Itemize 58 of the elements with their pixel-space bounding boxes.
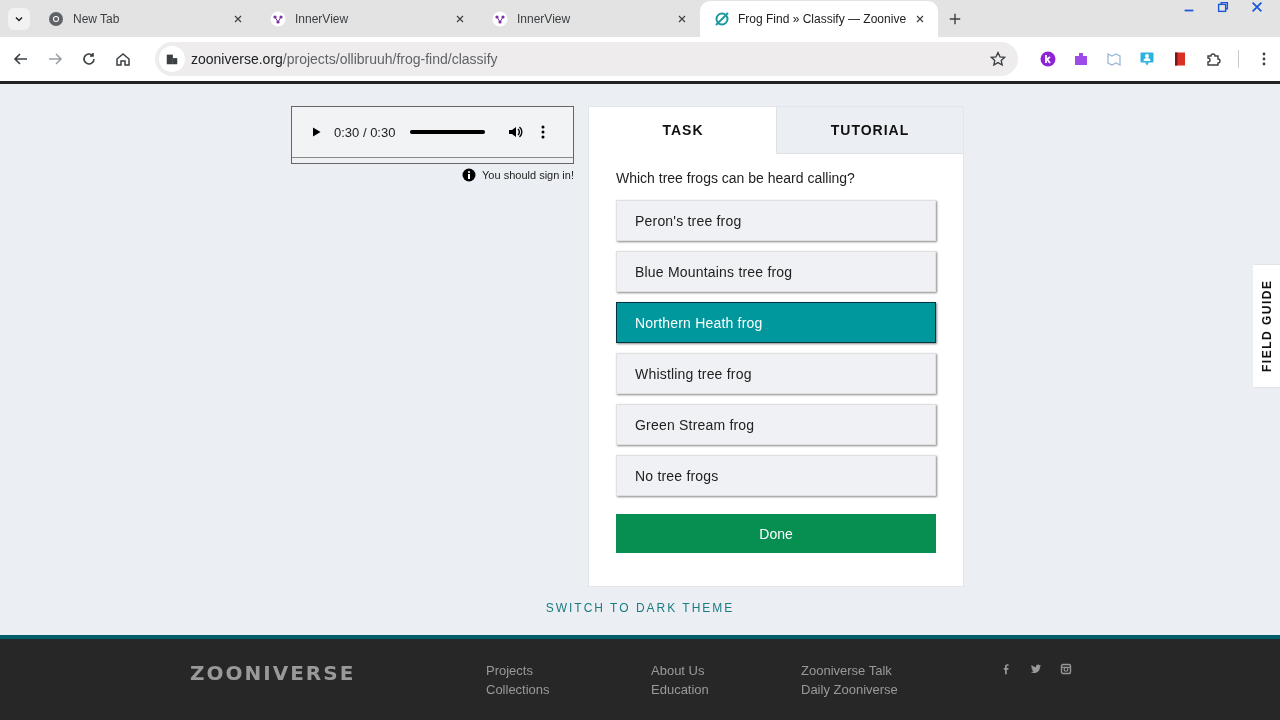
circle-slash-icon bbox=[714, 11, 730, 27]
time-readout: 0:30 / 0:30 bbox=[334, 124, 396, 140]
home-icon[interactable] bbox=[115, 51, 131, 67]
close-icon[interactable] bbox=[676, 13, 688, 25]
footer-link[interactable]: Projects bbox=[486, 663, 651, 678]
answer-option[interactable]: Northern Heath frog bbox=[616, 302, 936, 343]
twitter-bird-icon[interactable] bbox=[1030, 663, 1042, 675]
close-icon[interactable] bbox=[454, 13, 466, 25]
answer-option[interactable]: Green Stream frog bbox=[616, 404, 936, 445]
network-dots-icon bbox=[492, 11, 508, 27]
tab-title: InnerView bbox=[517, 12, 572, 26]
play-icon[interactable] bbox=[310, 126, 322, 138]
reload-icon[interactable] bbox=[81, 51, 97, 67]
info-icon bbox=[462, 168, 477, 182]
instagram-icon[interactable] bbox=[1060, 663, 1072, 675]
answer-option[interactable]: No tree frogs bbox=[616, 455, 936, 496]
zooniverse-logo[interactable]: ZOONIVERSE bbox=[190, 661, 486, 685]
forward-arrow-icon[interactable] bbox=[47, 51, 63, 67]
seek-bar[interactable] bbox=[410, 130, 486, 134]
back-arrow-icon[interactable] bbox=[13, 51, 29, 67]
audio-player[interactable]: 0:30 / 0:30 bbox=[291, 106, 574, 164]
network-dots-icon bbox=[270, 11, 286, 27]
browser-tab[interactable]: InnerView bbox=[256, 1, 478, 37]
book-icon[interactable] bbox=[1172, 51, 1188, 67]
answer-option[interactable]: Peron's tree frog bbox=[616, 200, 936, 241]
footer-link[interactable]: Collections bbox=[486, 682, 651, 697]
letter-k-circle-icon[interactable] bbox=[1040, 51, 1056, 67]
address-bar[interactable]: zooniverse.org/projects/ollibruuh/frog-find/classify bbox=[155, 42, 1018, 76]
footer-link[interactable]: About Us bbox=[651, 663, 801, 678]
tab-title: New Tab bbox=[73, 12, 121, 26]
panel-tab[interactable]: TUTORIAL bbox=[776, 107, 963, 154]
chrome-icon bbox=[48, 11, 64, 27]
url-text: zooniverse.org/projects/ollibruuh/frog-find/classify bbox=[191, 51, 499, 67]
footer-link[interactable]: Zooniverse Talk bbox=[801, 663, 966, 678]
restore-icon[interactable] bbox=[1216, 0, 1230, 14]
browser-tab[interactable]: New Tab bbox=[34, 1, 256, 37]
plus-icon[interactable] bbox=[948, 12, 963, 26]
dark-theme-link[interactable]: SWITCH TO DARK THEME bbox=[545, 601, 735, 617]
building-icon[interactable] bbox=[165, 52, 179, 66]
footer-link[interactable]: Daily Zooniverse bbox=[801, 682, 966, 697]
answer-option[interactable]: Whistling tree frog bbox=[616, 353, 936, 394]
tab-title: Frog Find » Classify — Zoonive bbox=[738, 12, 907, 26]
close-icon[interactable] bbox=[1250, 0, 1264, 14]
tab-title: InnerView bbox=[295, 12, 350, 26]
answer-option[interactable]: Blue Mountains tree frog bbox=[616, 251, 936, 292]
extensions-icon[interactable] bbox=[1205, 51, 1221, 67]
browser-tab[interactable]: InnerView bbox=[478, 1, 700, 37]
field-guide-tab[interactable]: FIELD GUIDE bbox=[1253, 265, 1280, 387]
close-icon[interactable] bbox=[232, 13, 244, 25]
sign-in-note: You should sign in! bbox=[482, 169, 574, 181]
tab-search-button[interactable] bbox=[8, 8, 30, 30]
puzzle-piece-icon[interactable] bbox=[1073, 51, 1089, 67]
done-button[interactable]: Done bbox=[616, 514, 936, 553]
volume-icon[interactable] bbox=[507, 124, 524, 140]
browser-tab[interactable]: Frog Find » Classify — Zoonive bbox=[700, 1, 939, 37]
footer-link[interactable]: Education bbox=[651, 682, 801, 697]
question-text: Which tree frogs can be heard calling? bbox=[616, 170, 856, 186]
star-icon[interactable] bbox=[990, 51, 1006, 67]
